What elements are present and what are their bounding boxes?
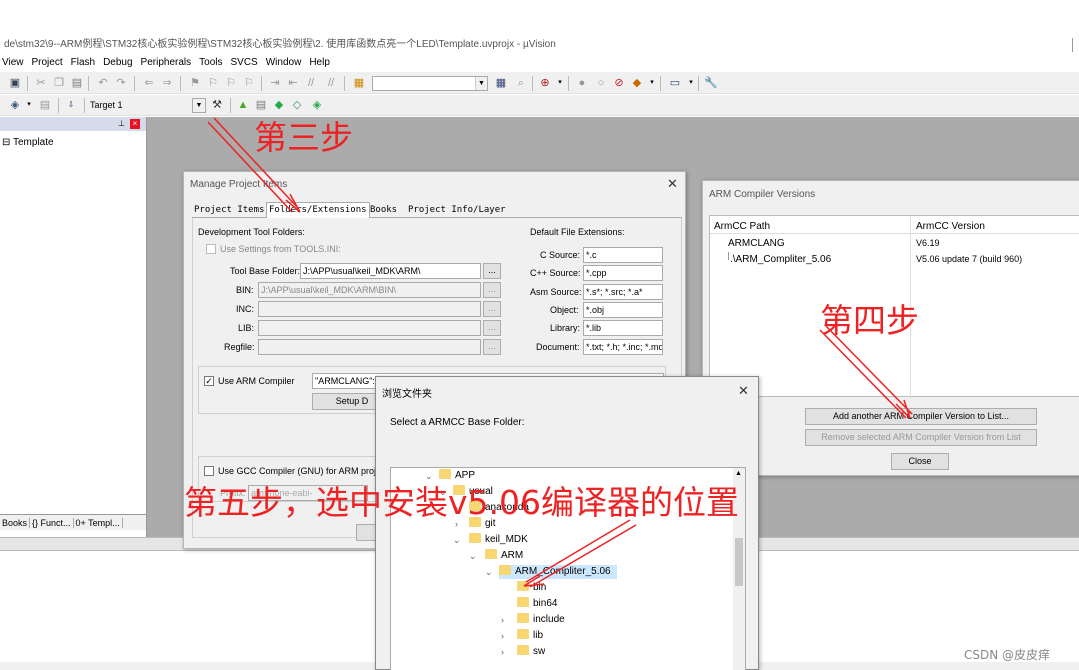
annotation-step4: 第四步 <box>820 301 919 340</box>
arrow-step5 <box>529 524 637 588</box>
watermark: CSDN @皮皮痒 <box>964 648 1051 662</box>
annotation-step5: 第五步，选中安装v5.06编译器的位置 <box>184 483 740 522</box>
annotation-step3: 第三步 <box>254 118 353 157</box>
